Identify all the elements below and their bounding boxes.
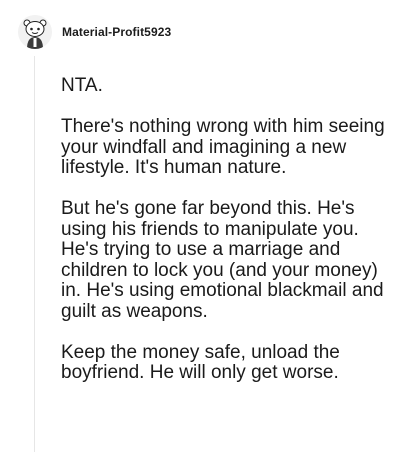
comment-username[interactable]: Material-Profit5923 [62,25,171,39]
comment-header: Material-Profit5923 [18,14,171,50]
comment-paragraph: NTA. [61,75,103,96]
comment: Material-Profit5923 NTA. There's nothing… [0,0,400,470]
comment-paragraph: There's nothing wrong with him seeing yo… [61,116,385,178]
thread-line[interactable] [34,56,35,452]
snoo-avatar-icon [18,15,52,49]
comment-body: NTA. There's nothing wrong with him seei… [61,75,391,384]
comment-paragraph: Keep the money safe, unload the boyfrien… [61,341,340,383]
avatar[interactable] [18,15,52,49]
comment-paragraph: But he's gone far beyond this. He's usin… [61,198,384,322]
